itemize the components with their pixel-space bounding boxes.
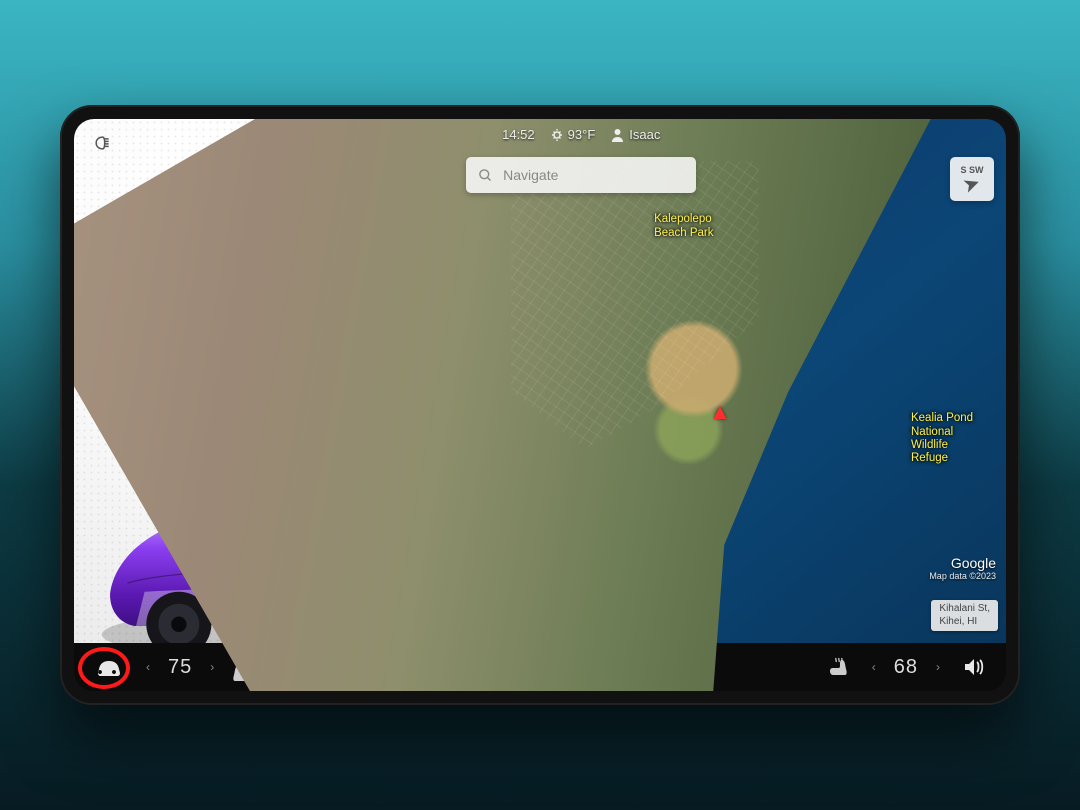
search-placeholder: Navigate [503,167,558,183]
current-location-marker: ▲ [709,399,731,425]
passenger-temp-down[interactable]: ‹ [866,654,882,680]
current-address-chip[interactable]: Kihalani St, Kihei, HI [931,600,998,631]
driver-temp-up[interactable]: › [204,654,220,680]
volume-button[interactable] [956,651,992,683]
satellite-map[interactable] [456,119,1006,643]
sun-icon [551,128,563,142]
passenger-temp-value[interactable]: 68 [894,656,918,679]
headlight-icon[interactable] [86,127,118,159]
clock[interactable]: 14:52 [502,127,535,142]
passenger-seat-heat-button[interactable] [822,651,856,683]
volume-icon [962,657,986,677]
passenger-temp-up[interactable]: › [930,654,946,680]
compass-needle-icon: ➤ [962,173,982,195]
driver-temp-down[interactable]: ‹ [140,654,156,680]
passenger-climate: ‹ 68 › [866,654,946,680]
outside-temp[interactable]: 93°F [551,127,596,142]
driver-temp-value[interactable]: 75 [168,656,192,679]
map-pane[interactable]: 14:52 93°F Isaac Navigate S SW ➤ Kalepol… [456,119,1006,643]
touchscreen: 84 mi Frunk Open Trunk Open [74,119,1006,691]
driver-climate: ‹ 75 › [140,654,220,680]
navigate-search-input[interactable]: Navigate [466,157,696,193]
profile-icon [611,128,624,142]
compass-button[interactable]: S SW ➤ [950,157,994,201]
seat-heat-icon [828,657,850,677]
search-icon [478,168,493,183]
map-attribution: Google Map data ©2023 [929,555,996,581]
status-bar: 14:52 93°F Isaac [466,127,660,142]
driver-profile-button[interactable]: Isaac [611,127,660,142]
tablet-bezel: 84 mi Frunk Open Trunk Open [60,105,1020,705]
car-menu-button[interactable] [88,650,130,684]
